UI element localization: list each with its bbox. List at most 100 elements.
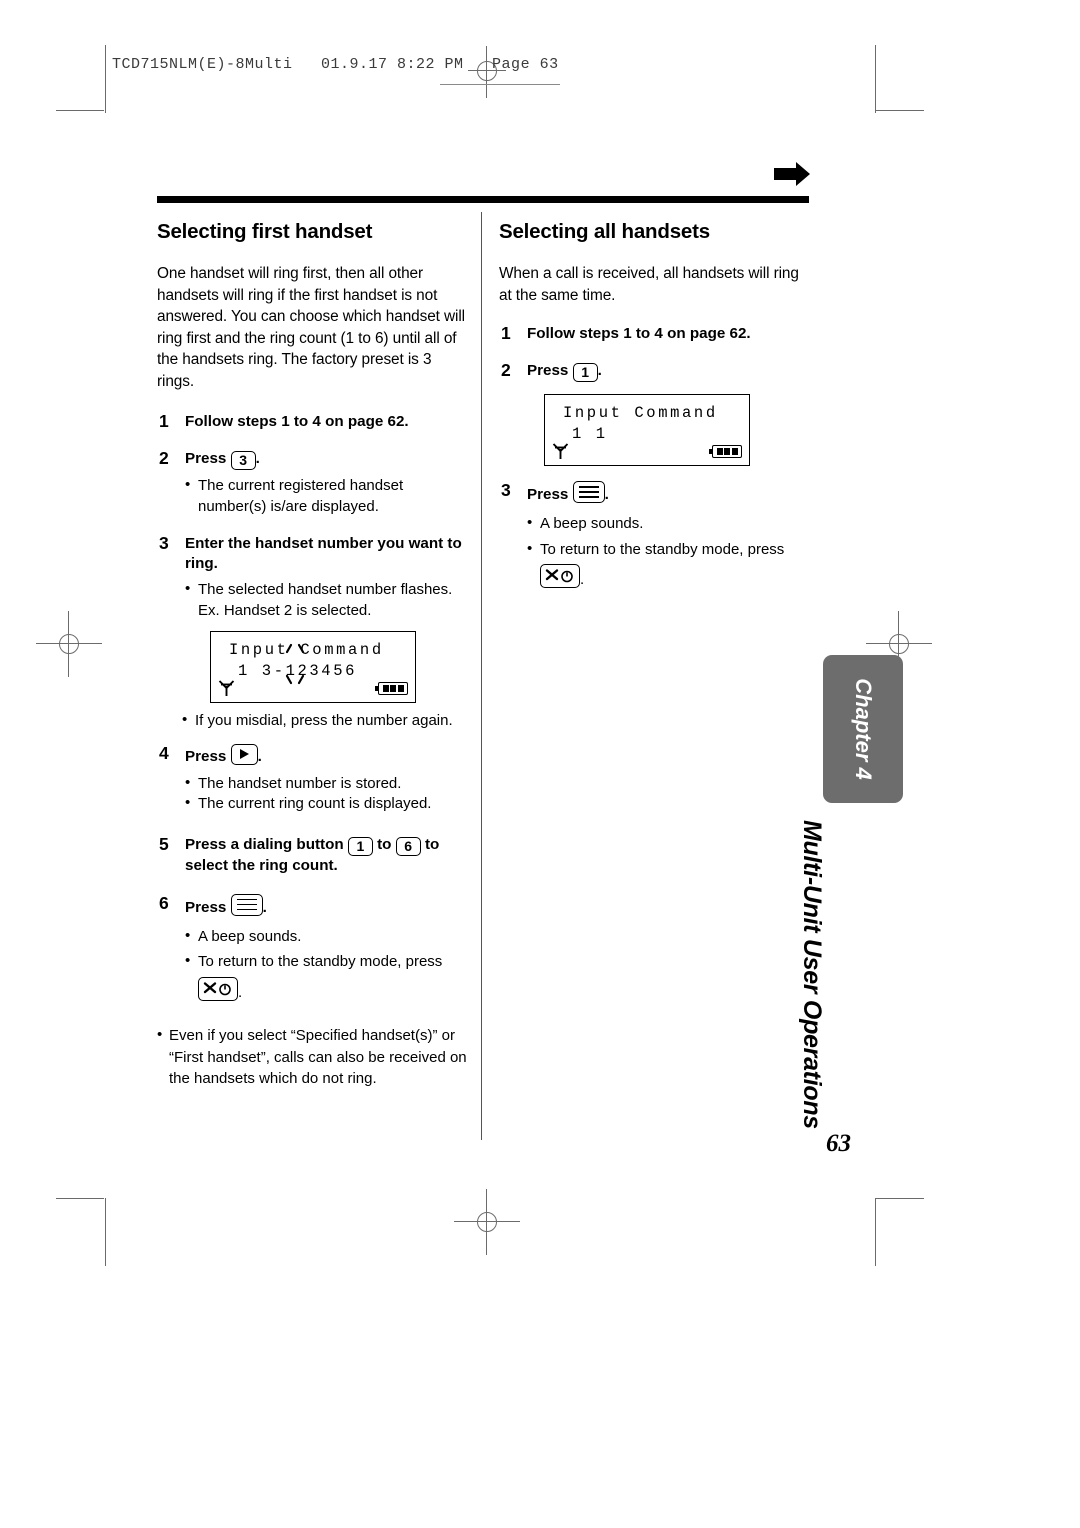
- left-intro: One handset will ring first, then all ot…: [157, 265, 465, 390]
- registration-mark-bottom: [454, 1189, 520, 1255]
- step-number: 1: [159, 411, 169, 431]
- step-number: 2: [501, 360, 511, 380]
- bullet: The selected handset number flashes. Ex.…: [185, 579, 467, 621]
- step-text: Follow steps 1 to 4 on page 62.: [185, 413, 409, 430]
- misdial-note-list: If you misdial, press the number again.: [157, 710, 467, 732]
- right-step-2: 2 Press 1.: [499, 360, 811, 382]
- off-hook-key-icon[interactable]: [198, 976, 238, 1001]
- period: .: [255, 450, 260, 467]
- bullet: The current registered handset number(s)…: [185, 475, 467, 517]
- lcd-line-1: Input Command: [563, 404, 718, 422]
- chapter-tab: Chapter 4: [823, 655, 903, 803]
- step-number: 2: [159, 448, 169, 468]
- crop-mark-top-right-vertical: [875, 45, 876, 113]
- to-label: to: [377, 835, 392, 853]
- left-step-3: 3 Enter the handset number you want to r…: [157, 533, 467, 621]
- left-step-6: 6 Press . A beep sounds. To return to th…: [157, 892, 467, 1004]
- battery-icon: [709, 445, 742, 458]
- dial-key-3-icon[interactable]: 3: [230, 451, 256, 470]
- press-label: Press: [527, 362, 569, 379]
- left-column: Selecting first handset One handset will…: [157, 220, 467, 1090]
- crop-mark-bottom-left-vertical: [105, 1198, 106, 1266]
- step-text: Enter the handset number you want to rin…: [185, 535, 462, 572]
- play-key-icon[interactable]: [230, 743, 258, 765]
- print-slug: TCD715NLM(E)-8Multi 01.9.17 8:22 PM Page…: [112, 56, 559, 73]
- step-text: Follow steps 1 to 4 on page 62.: [527, 325, 751, 342]
- bullet: A beep sounds.: [185, 926, 467, 948]
- step-text: Press 3.: [185, 450, 260, 470]
- step-text: Press .: [527, 481, 609, 503]
- left-step-4: 4 Press . The handset number is stored. …: [157, 742, 467, 815]
- lcd-display-left: Input Command 1 3-123456: [210, 631, 416, 703]
- step-text: Press 1.: [527, 362, 602, 382]
- chapter-tab-label: Chapter 4: [851, 678, 876, 780]
- bullet: To return to the standby mode, press .: [527, 539, 811, 591]
- menu-key-icon[interactable]: [572, 481, 605, 503]
- bullet: The current ring count is displayed.: [185, 793, 467, 815]
- menu-key-icon[interactable]: [230, 893, 263, 916]
- print-slug-rule: [440, 84, 560, 85]
- off-hook-key-icon[interactable]: [540, 564, 580, 588]
- press-label: Press: [185, 747, 227, 765]
- press-label: Press: [185, 450, 227, 467]
- left-steps-continued: 4 Press . The handset number is stored. …: [157, 742, 467, 1004]
- right-intro: When a call is received, all handsets wi…: [499, 265, 799, 304]
- right-step-3: 3 Press . A beep sounds. To return to th…: [499, 480, 811, 591]
- period: .: [257, 747, 262, 765]
- left-steps: 1 Follow steps 1 to 4 on page 62. 2 Pres…: [157, 411, 467, 621]
- step-number: 4: [159, 742, 169, 763]
- right-column: Selecting all handsets When a call is re…: [499, 220, 811, 591]
- period: .: [597, 362, 602, 379]
- lcd-display-right: Input Command 1 1: [544, 394, 750, 466]
- step-number: 6: [159, 892, 169, 913]
- crop-mark-bottom-right-horizontal: [876, 1198, 924, 1199]
- press-label: Press: [185, 898, 227, 916]
- left-step-2: 2 Press 3. The current registered handse…: [157, 448, 467, 517]
- dial-key-6-icon[interactable]: 6: [395, 836, 421, 856]
- period: .: [238, 983, 243, 1001]
- step-number: 3: [159, 533, 169, 553]
- step-text: Press a dialing button 1 to 6 to select …: [185, 836, 439, 874]
- bullet: The handset number is stored.: [185, 773, 467, 795]
- crop-mark-bottom-right-vertical: [875, 1198, 876, 1266]
- left-step-1: 1 Follow steps 1 to 4 on page 62.: [157, 411, 467, 432]
- dial-key-1-icon[interactable]: 1: [347, 836, 373, 856]
- section-arrow-icon: [772, 160, 812, 188]
- left-step-3-bullets: The selected handset number flashes. Ex.…: [185, 579, 467, 621]
- bullet: To return to the standby mode, press .: [185, 951, 467, 1003]
- crop-mark-top-right-horizontal: [876, 110, 924, 111]
- crop-mark-top-left-vertical: [105, 45, 106, 113]
- standby-text: To return to the standby mode, press: [540, 540, 785, 558]
- bullet: A beep sounds.: [527, 513, 811, 535]
- lcd-status-row-left: [218, 679, 408, 697]
- step-number: 1: [501, 323, 511, 343]
- step-text: Press .: [185, 893, 267, 916]
- antenna-icon: [218, 680, 235, 696]
- press-dialing-label: Press a dialing button: [185, 835, 344, 853]
- dial-key-1-icon[interactable]: 1: [572, 363, 598, 382]
- period: .: [604, 486, 609, 503]
- chapter-vertical-title-text: Multi-Unit User Operations: [798, 820, 826, 1129]
- crop-mark-top-left-horizontal: [56, 110, 104, 111]
- period: .: [580, 571, 585, 588]
- standby-text: To return to the standby mode, press: [198, 953, 443, 970]
- crop-mark-bottom-left-horizontal: [56, 1198, 104, 1199]
- left-step-2-bullets: The current registered handset number(s)…: [185, 475, 467, 517]
- left-step-4-bullets: The handset number is stored. The curren…: [185, 773, 467, 815]
- left-final-note: Even if you select “Specified handset(s)…: [157, 1024, 467, 1090]
- step-text: Press .: [185, 743, 262, 765]
- right-heading: Selecting all handsets: [499, 220, 710, 243]
- misdial-note: If you misdial, press the number again.: [182, 710, 467, 732]
- left-step-6-bullets: A beep sounds. To return to the standby …: [185, 926, 467, 1004]
- page-number: 63: [826, 1130, 851, 1157]
- right-step-3-bullets: A beep sounds. To return to the standby …: [527, 513, 811, 591]
- left-step-5: 5 Press a dialing button 1 to 6 to selec…: [157, 834, 467, 876]
- lcd-status-row-right: [552, 442, 742, 460]
- antenna-icon: [552, 443, 569, 459]
- step-number: 3: [501, 480, 511, 500]
- left-heading: Selecting first handset: [157, 220, 373, 243]
- battery-icon: [375, 682, 408, 695]
- column-divider: [481, 212, 482, 1140]
- right-step-1: 1 Follow steps 1 to 4 on page 62.: [499, 323, 811, 344]
- registration-mark-left: [36, 611, 102, 677]
